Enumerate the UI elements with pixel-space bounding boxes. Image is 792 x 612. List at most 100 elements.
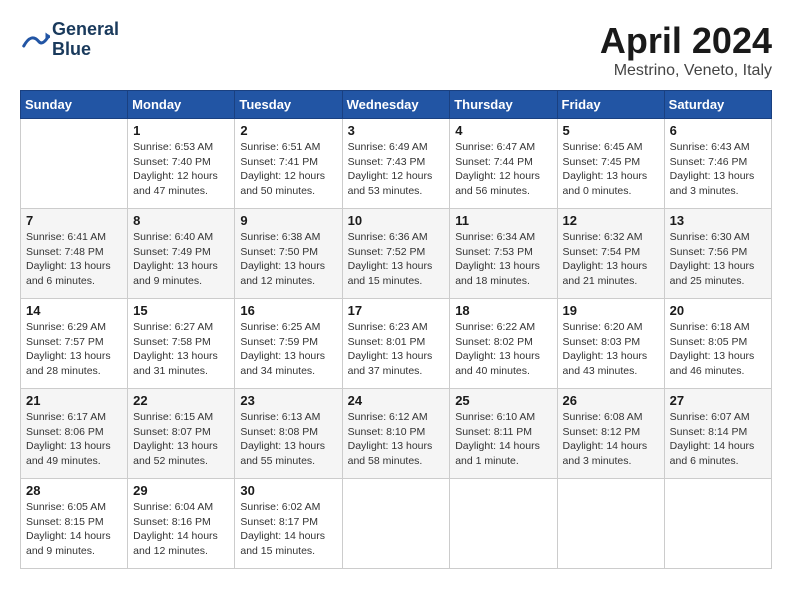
week-row: 7 Sunrise: 6:41 AMSunset: 7:48 PMDaylight… bbox=[21, 209, 772, 299]
header-saturday: Saturday bbox=[664, 91, 771, 119]
day-number: 7 bbox=[26, 213, 122, 228]
header-friday: Friday bbox=[557, 91, 664, 119]
calendar-cell: 20 Sunrise: 6:18 AMSunset: 8:05 PMDayligh… bbox=[664, 299, 771, 389]
calendar-cell bbox=[557, 479, 664, 569]
calendar-cell: 29Sunrise: 6:04 AMSunset: 8:16 PMDayligh… bbox=[128, 479, 235, 569]
day-number: 28 bbox=[26, 483, 122, 498]
day-number: 5 bbox=[563, 123, 659, 138]
day-number: 26 bbox=[563, 393, 659, 408]
day-number: 29 bbox=[133, 483, 229, 498]
calendar-cell: 28 Sunrise: 6:05 AMSunset: 8:15 PMDayligh… bbox=[21, 479, 128, 569]
day-info: Sunrise: 6:10 AMSunset: 8:11 PMDaylight:… bbox=[455, 410, 551, 469]
week-row: 1 Sunrise: 6:53 AMSunset: 7:40 PMDaylight… bbox=[21, 119, 772, 209]
day-info: Sunrise: 6:22 AMSunset: 8:02 PMDaylight:… bbox=[455, 320, 551, 379]
day-number: 30 bbox=[240, 483, 336, 498]
day-number: 22 bbox=[133, 393, 229, 408]
month-title: April 2024 bbox=[600, 20, 772, 62]
calendar-cell: 16Sunrise: 6:25 AMSunset: 7:59 PMDayligh… bbox=[235, 299, 342, 389]
calendar-cell: 4 Sunrise: 6:47 AMSunset: 7:44 PMDaylight… bbox=[450, 119, 557, 209]
day-info: Sunrise: 6:47 AMSunset: 7:44 PMDaylight:… bbox=[455, 140, 551, 199]
day-number: 10 bbox=[348, 213, 445, 228]
day-info: Sunrise: 6:07 AMSunset: 8:14 PMDaylight:… bbox=[670, 410, 766, 469]
day-number: 1 bbox=[133, 123, 229, 138]
calendar-cell: 1 Sunrise: 6:53 AMSunset: 7:40 PMDaylight… bbox=[128, 119, 235, 209]
calendar-cell: 7 Sunrise: 6:41 AMSunset: 7:48 PMDaylight… bbox=[21, 209, 128, 299]
day-info: Sunrise: 6:18 AMSunset: 8:05 PMDaylight:… bbox=[670, 320, 766, 379]
calendar-cell bbox=[342, 479, 450, 569]
calendar-cell: 15 Sunrise: 6:27 AMSunset: 7:58 PMDayligh… bbox=[128, 299, 235, 389]
day-info: Sunrise: 6:13 AMSunset: 8:08 PMDaylight:… bbox=[240, 410, 336, 469]
header-sunday: Sunday bbox=[21, 91, 128, 119]
day-info: Sunrise: 6:27 AMSunset: 7:58 PMDaylight:… bbox=[133, 320, 229, 379]
week-row: 28 Sunrise: 6:05 AMSunset: 8:15 PMDayligh… bbox=[21, 479, 772, 569]
day-number: 20 bbox=[670, 303, 766, 318]
calendar-cell: 2 Sunrise: 6:51 AMSunset: 7:41 PMDaylight… bbox=[235, 119, 342, 209]
day-number: 27 bbox=[670, 393, 766, 408]
calendar-cell: 25 Sunrise: 6:10 AMSunset: 8:11 PMDayligh… bbox=[450, 389, 557, 479]
header-tuesday: Tuesday bbox=[235, 91, 342, 119]
day-info: Sunrise: 6:17 AMSunset: 8:06 PMDaylight:… bbox=[26, 410, 122, 469]
day-number: 19 bbox=[563, 303, 659, 318]
week-row: 14 Sunrise: 6:29 AMSunset: 7:57 PMDayligh… bbox=[21, 299, 772, 389]
day-info: Sunrise: 6:23 AMSunset: 8:01 PMDaylight:… bbox=[348, 320, 445, 379]
day-number: 25 bbox=[455, 393, 551, 408]
calendar-cell: 21 Sunrise: 6:17 AMSunset: 8:06 PMDayligh… bbox=[21, 389, 128, 479]
day-number: 17 bbox=[348, 303, 445, 318]
day-info: Sunrise: 6:36 AMSunset: 7:52 PMDaylight:… bbox=[348, 230, 445, 289]
day-info: Sunrise: 6:32 AMSunset: 7:54 PMDaylight:… bbox=[563, 230, 659, 289]
day-number: 4 bbox=[455, 123, 551, 138]
day-info: Sunrise: 6:43 AMSunset: 7:46 PMDaylight:… bbox=[670, 140, 766, 199]
calendar-cell: 30 Sunrise: 6:02 AMSunset: 8:17 PMDayligh… bbox=[235, 479, 342, 569]
day-info: Sunrise: 6:12 AMSunset: 8:10 PMDaylight:… bbox=[348, 410, 445, 469]
logo-icon bbox=[20, 25, 50, 55]
week-row: 21 Sunrise: 6:17 AMSunset: 8:06 PMDayligh… bbox=[21, 389, 772, 479]
calendar-cell: 19Sunrise: 6:20 AMSunset: 8:03 PMDayligh… bbox=[557, 299, 664, 389]
calendar-cell: 22 Sunrise: 6:15 AMSunset: 8:07 PMDayligh… bbox=[128, 389, 235, 479]
day-info: Sunrise: 6:49 AMSunset: 7:43 PMDaylight:… bbox=[348, 140, 445, 199]
day-info: Sunrise: 6:05 AMSunset: 8:15 PMDaylight:… bbox=[26, 500, 122, 559]
calendar-cell bbox=[664, 479, 771, 569]
day-info: Sunrise: 6:34 AMSunset: 7:53 PMDaylight:… bbox=[455, 230, 551, 289]
calendar-cell: 17 Sunrise: 6:23 AMSunset: 8:01 PMDayligh… bbox=[342, 299, 450, 389]
page-header: General Blue April 2024 Mestrino, Veneto… bbox=[20, 20, 772, 80]
calendar-cell: 13Sunrise: 6:30 AMSunset: 7:56 PMDayligh… bbox=[664, 209, 771, 299]
day-info: Sunrise: 6:02 AMSunset: 8:17 PMDaylight:… bbox=[240, 500, 336, 559]
calendar-cell: 9Sunrise: 6:38 AMSunset: 7:50 PMDaylight… bbox=[235, 209, 342, 299]
calendar-cell: 5 Sunrise: 6:45 AMSunset: 7:45 PMDaylight… bbox=[557, 119, 664, 209]
calendar-cell: 3Sunrise: 6:49 AMSunset: 7:43 PMDaylight… bbox=[342, 119, 450, 209]
calendar-cell: 10 Sunrise: 6:36 AMSunset: 7:52 PMDayligh… bbox=[342, 209, 450, 299]
day-info: Sunrise: 6:40 AMSunset: 7:49 PMDaylight:… bbox=[133, 230, 229, 289]
calendar-cell: 6Sunrise: 6:43 AMSunset: 7:46 PMDaylight… bbox=[664, 119, 771, 209]
calendar-cell bbox=[450, 479, 557, 569]
logo: General Blue bbox=[20, 20, 119, 60]
calendar-cell: 26Sunrise: 6:08 AMSunset: 8:12 PMDayligh… bbox=[557, 389, 664, 479]
day-info: Sunrise: 6:51 AMSunset: 7:41 PMDaylight:… bbox=[240, 140, 336, 199]
day-info: Sunrise: 6:15 AMSunset: 8:07 PMDaylight:… bbox=[133, 410, 229, 469]
day-number: 11 bbox=[455, 213, 551, 228]
day-number: 9 bbox=[240, 213, 336, 228]
calendar-cell: 24Sunrise: 6:12 AMSunset: 8:10 PMDayligh… bbox=[342, 389, 450, 479]
day-number: 14 bbox=[26, 303, 122, 318]
day-number: 15 bbox=[133, 303, 229, 318]
title-block: April 2024 Mestrino, Veneto, Italy bbox=[600, 20, 772, 80]
day-info: Sunrise: 6:41 AMSunset: 7:48 PMDaylight:… bbox=[26, 230, 122, 289]
day-info: Sunrise: 6:45 AMSunset: 7:45 PMDaylight:… bbox=[563, 140, 659, 199]
header-monday: Monday bbox=[128, 91, 235, 119]
day-number: 21 bbox=[26, 393, 122, 408]
header-row: SundayMondayTuesdayWednesdayThursdayFrid… bbox=[21, 91, 772, 119]
day-info: Sunrise: 6:25 AMSunset: 7:59 PMDaylight:… bbox=[240, 320, 336, 379]
day-number: 2 bbox=[240, 123, 336, 138]
day-number: 8 bbox=[133, 213, 229, 228]
day-number: 23 bbox=[240, 393, 336, 408]
location: Mestrino, Veneto, Italy bbox=[600, 62, 772, 80]
calendar-cell: 8 Sunrise: 6:40 AMSunset: 7:49 PMDaylight… bbox=[128, 209, 235, 299]
day-info: Sunrise: 6:29 AMSunset: 7:57 PMDaylight:… bbox=[26, 320, 122, 379]
day-number: 12 bbox=[563, 213, 659, 228]
header-thursday: Thursday bbox=[450, 91, 557, 119]
calendar-cell: 23 Sunrise: 6:13 AMSunset: 8:08 PMDayligh… bbox=[235, 389, 342, 479]
calendar-cell: 14 Sunrise: 6:29 AMSunset: 7:57 PMDayligh… bbox=[21, 299, 128, 389]
day-number: 18 bbox=[455, 303, 551, 318]
calendar-cell: 11 Sunrise: 6:34 AMSunset: 7:53 PMDayligh… bbox=[450, 209, 557, 299]
calendar-cell: 18 Sunrise: 6:22 AMSunset: 8:02 PMDayligh… bbox=[450, 299, 557, 389]
day-info: Sunrise: 6:53 AMSunset: 7:40 PMDaylight:… bbox=[133, 140, 229, 199]
